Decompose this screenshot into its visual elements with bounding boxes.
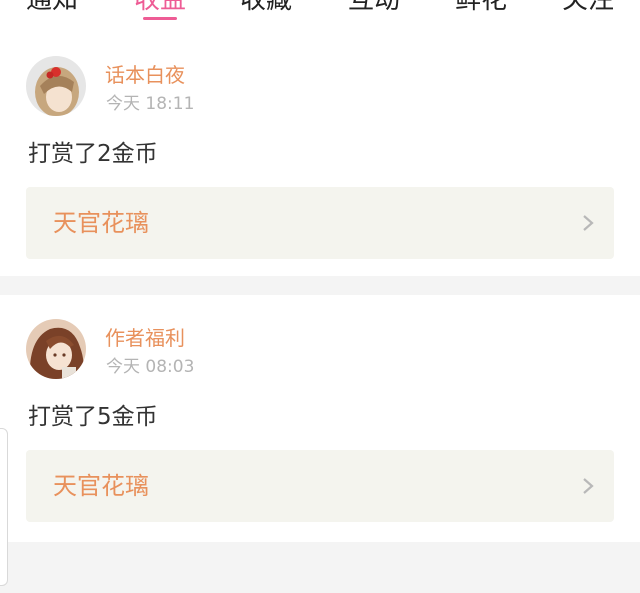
book-title: 天官花璃 [53,472,149,500]
notification-card: 话本白夜 今天 18:11 打赏了2金币 天官花璃 [0,32,640,276]
avatar[interactable] [26,56,86,116]
reward-message: 打赏了5金币 [28,404,158,430]
chevron-right-icon [583,215,594,231]
tab-bar: 通知 收益 收藏 互动 鲜花 关注 [0,0,640,32]
chevron-right-icon [583,478,594,494]
notification-card: 作者福利 今天 08:03 打赏了5金币 天官花璃 [0,295,640,542]
avatar[interactable] [26,319,86,379]
timestamp: 今天 08:03 [106,357,195,377]
book-link[interactable]: 天官花璃 [26,187,614,259]
book-title: 天官花璃 [53,209,149,237]
active-tab-indicator [143,17,177,20]
reward-message: 打赏了2金币 [28,141,158,167]
username[interactable]: 作者福利 [105,325,185,351]
tab-following[interactable]: 关注 [562,0,614,16]
username[interactable]: 话本白夜 [105,62,185,88]
book-link[interactable]: 天官花璃 [26,450,614,522]
tab-earnings[interactable]: 收益 [134,0,186,16]
tab-flowers[interactable]: 鲜花 [455,0,507,16]
tab-interactions[interactable]: 互动 [348,0,400,16]
tab-favorites[interactable]: 收藏 [240,0,292,16]
edge-drawer-handle[interactable] [0,428,8,586]
tab-notifications[interactable]: 通知 [26,0,78,16]
timestamp: 今天 18:11 [106,94,195,114]
